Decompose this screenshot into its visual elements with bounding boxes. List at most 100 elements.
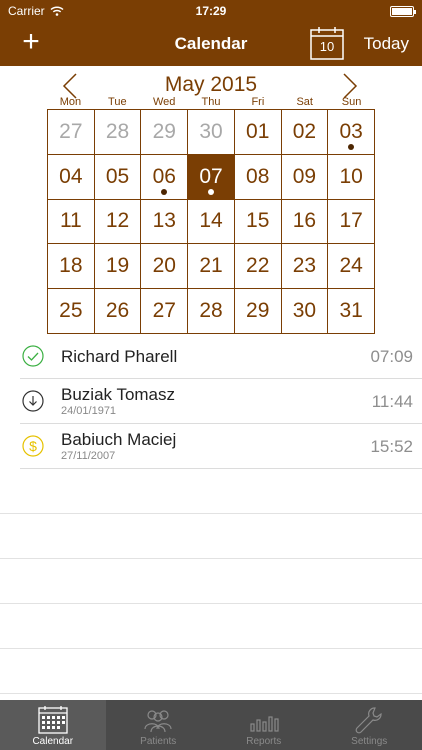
weekday-label: Sun (341, 96, 362, 108)
calendar-day[interactable]: 26 (94, 289, 142, 334)
day-number: 13 (152, 209, 176, 233)
tab-label: Settings (351, 736, 388, 747)
day-number: 31 (339, 299, 363, 323)
calendar-day-selected[interactable]: 07 (188, 154, 235, 200)
calendar-day[interactable]: 23 (281, 244, 329, 290)
today-calendar-button[interactable]: 10 (310, 26, 344, 60)
reports-icon (250, 716, 279, 732)
nav-bar: + Calendar 10 Today (0, 22, 422, 66)
calendar-day[interactable]: 30 (281, 289, 329, 334)
empty-row-divider (0, 648, 422, 649)
tab-patients[interactable]: Patients (106, 700, 212, 750)
day-number: 11 (59, 209, 82, 233)
event-dot (161, 188, 168, 195)
day-number: 19 (105, 254, 130, 278)
add-button[interactable]: + (16, 27, 46, 58)
calendar-day[interactable]: 09 (281, 154, 329, 200)
day-number: 29 (152, 119, 176, 143)
calendar-day[interactable]: 01 (234, 110, 282, 155)
calendar-day[interactable]: 22 (234, 244, 282, 290)
day-number: 02 (292, 119, 317, 143)
day-number: 27 (152, 299, 176, 323)
appointment-time: 11:44 (371, 392, 413, 411)
calendar-day[interactable]: 27 (48, 110, 95, 155)
day-number: 10 (339, 164, 363, 188)
day-number: 18 (59, 254, 83, 278)
day-number: 07 (199, 164, 223, 188)
day-number: 17 (339, 209, 363, 233)
day-number: 01 (246, 119, 270, 143)
empty-row-divider (0, 513, 422, 514)
calendar-icon (38, 706, 68, 734)
row-divider (20, 468, 422, 469)
day-number: 25 (59, 299, 83, 323)
calendar-day[interactable]: 06 (141, 154, 189, 200)
event-dot (348, 143, 355, 150)
today-button[interactable]: Today (364, 34, 409, 54)
calendar-day[interactable]: 27 (141, 289, 189, 334)
calendar-day[interactable]: 19 (94, 244, 142, 290)
empty-row-divider (0, 693, 422, 694)
check-circle-icon (22, 345, 44, 367)
calendar-day[interactable]: 05 (94, 154, 142, 200)
download-circle-icon (22, 390, 44, 412)
calendar-day[interactable]: 08 (234, 154, 282, 200)
weekday-label: Sat (296, 96, 313, 108)
calendar-day[interactable]: 25 (48, 289, 95, 334)
weekday-label: Mon (59, 96, 82, 108)
tab-label: Reports (246, 736, 282, 747)
appointment-row[interactable]: Richard Pharell 07:09 (0, 334, 422, 379)
wrench-icon (355, 707, 382, 734)
day-number: 24 (339, 254, 363, 278)
appointment-date: 24/01/1971 (61, 405, 117, 417)
weekday-label: Thu (201, 96, 221, 108)
calendar-day[interactable]: 02 (281, 110, 329, 155)
weekday-row: Mon Tue Wed Thu Fri Sat Sun (47, 96, 375, 110)
day-number: 03 (339, 119, 363, 143)
calendar-day[interactable]: 03 (328, 110, 375, 155)
calendar-day[interactable]: 17 (328, 199, 375, 245)
patients-icon (144, 710, 172, 733)
appointment-time: 07:09 (370, 347, 413, 366)
day-number: 05 (105, 164, 130, 188)
day-number: 09 (292, 164, 317, 188)
status-bar: Carrier 17:29 (0, 0, 422, 22)
calendar-day[interactable]: 28 (94, 110, 142, 155)
appointment-date: 27/11/2007 (61, 450, 116, 462)
calendar-day[interactable]: 31 (328, 289, 375, 334)
day-number: 04 (59, 164, 83, 188)
wifi-icon (50, 6, 64, 16)
day-number: 26 (105, 299, 130, 323)
day-number: 06 (152, 164, 176, 188)
calendar-day[interactable]: 24 (328, 244, 375, 290)
calendar-day[interactable]: 15 (234, 199, 282, 245)
calendar-day[interactable]: 30 (188, 110, 235, 155)
calendar-day[interactable]: 16 (281, 199, 329, 245)
calendar-day[interactable]: 04 (48, 154, 95, 200)
appointment-row[interactable]: Buziak Tomasz 24/01/1971 11:44 (0, 379, 422, 424)
day-number: 16 (292, 209, 317, 233)
tab-calendar[interactable]: Calendar (0, 700, 106, 750)
tab-settings[interactable]: Settings (317, 700, 422, 750)
calendar-day[interactable]: 14 (188, 199, 235, 245)
calendar-day[interactable]: 28 (188, 289, 235, 334)
calendar-day[interactable]: 12 (94, 199, 142, 245)
calendar-day[interactable]: 21 (188, 244, 235, 290)
tab-reports[interactable]: Reports (211, 700, 317, 750)
page-title: Calendar (174, 34, 248, 53)
day-number: 14 (199, 209, 223, 233)
day-number: 29 (246, 299, 270, 323)
tab-label: Calendar (32, 736, 74, 747)
calendar-day[interactable]: 11 (48, 199, 95, 245)
calendar-day[interactable]: 20 (141, 244, 189, 290)
calendar-day[interactable]: 29 (141, 110, 189, 155)
calendar-day[interactable]: 18 (48, 244, 95, 290)
day-number: 20 (152, 254, 176, 278)
appointment-row[interactable]: $ Babiuch Maciej 27/11/2007 15:52 (0, 424, 422, 469)
day-number: 28 (105, 119, 130, 143)
appointment-time: 15:52 (370, 437, 413, 456)
calendar-day[interactable]: 29 (234, 289, 282, 334)
day-number: 28 (199, 299, 223, 323)
calendar-day[interactable]: 13 (141, 199, 189, 245)
calendar-day[interactable]: 10 (328, 154, 375, 200)
